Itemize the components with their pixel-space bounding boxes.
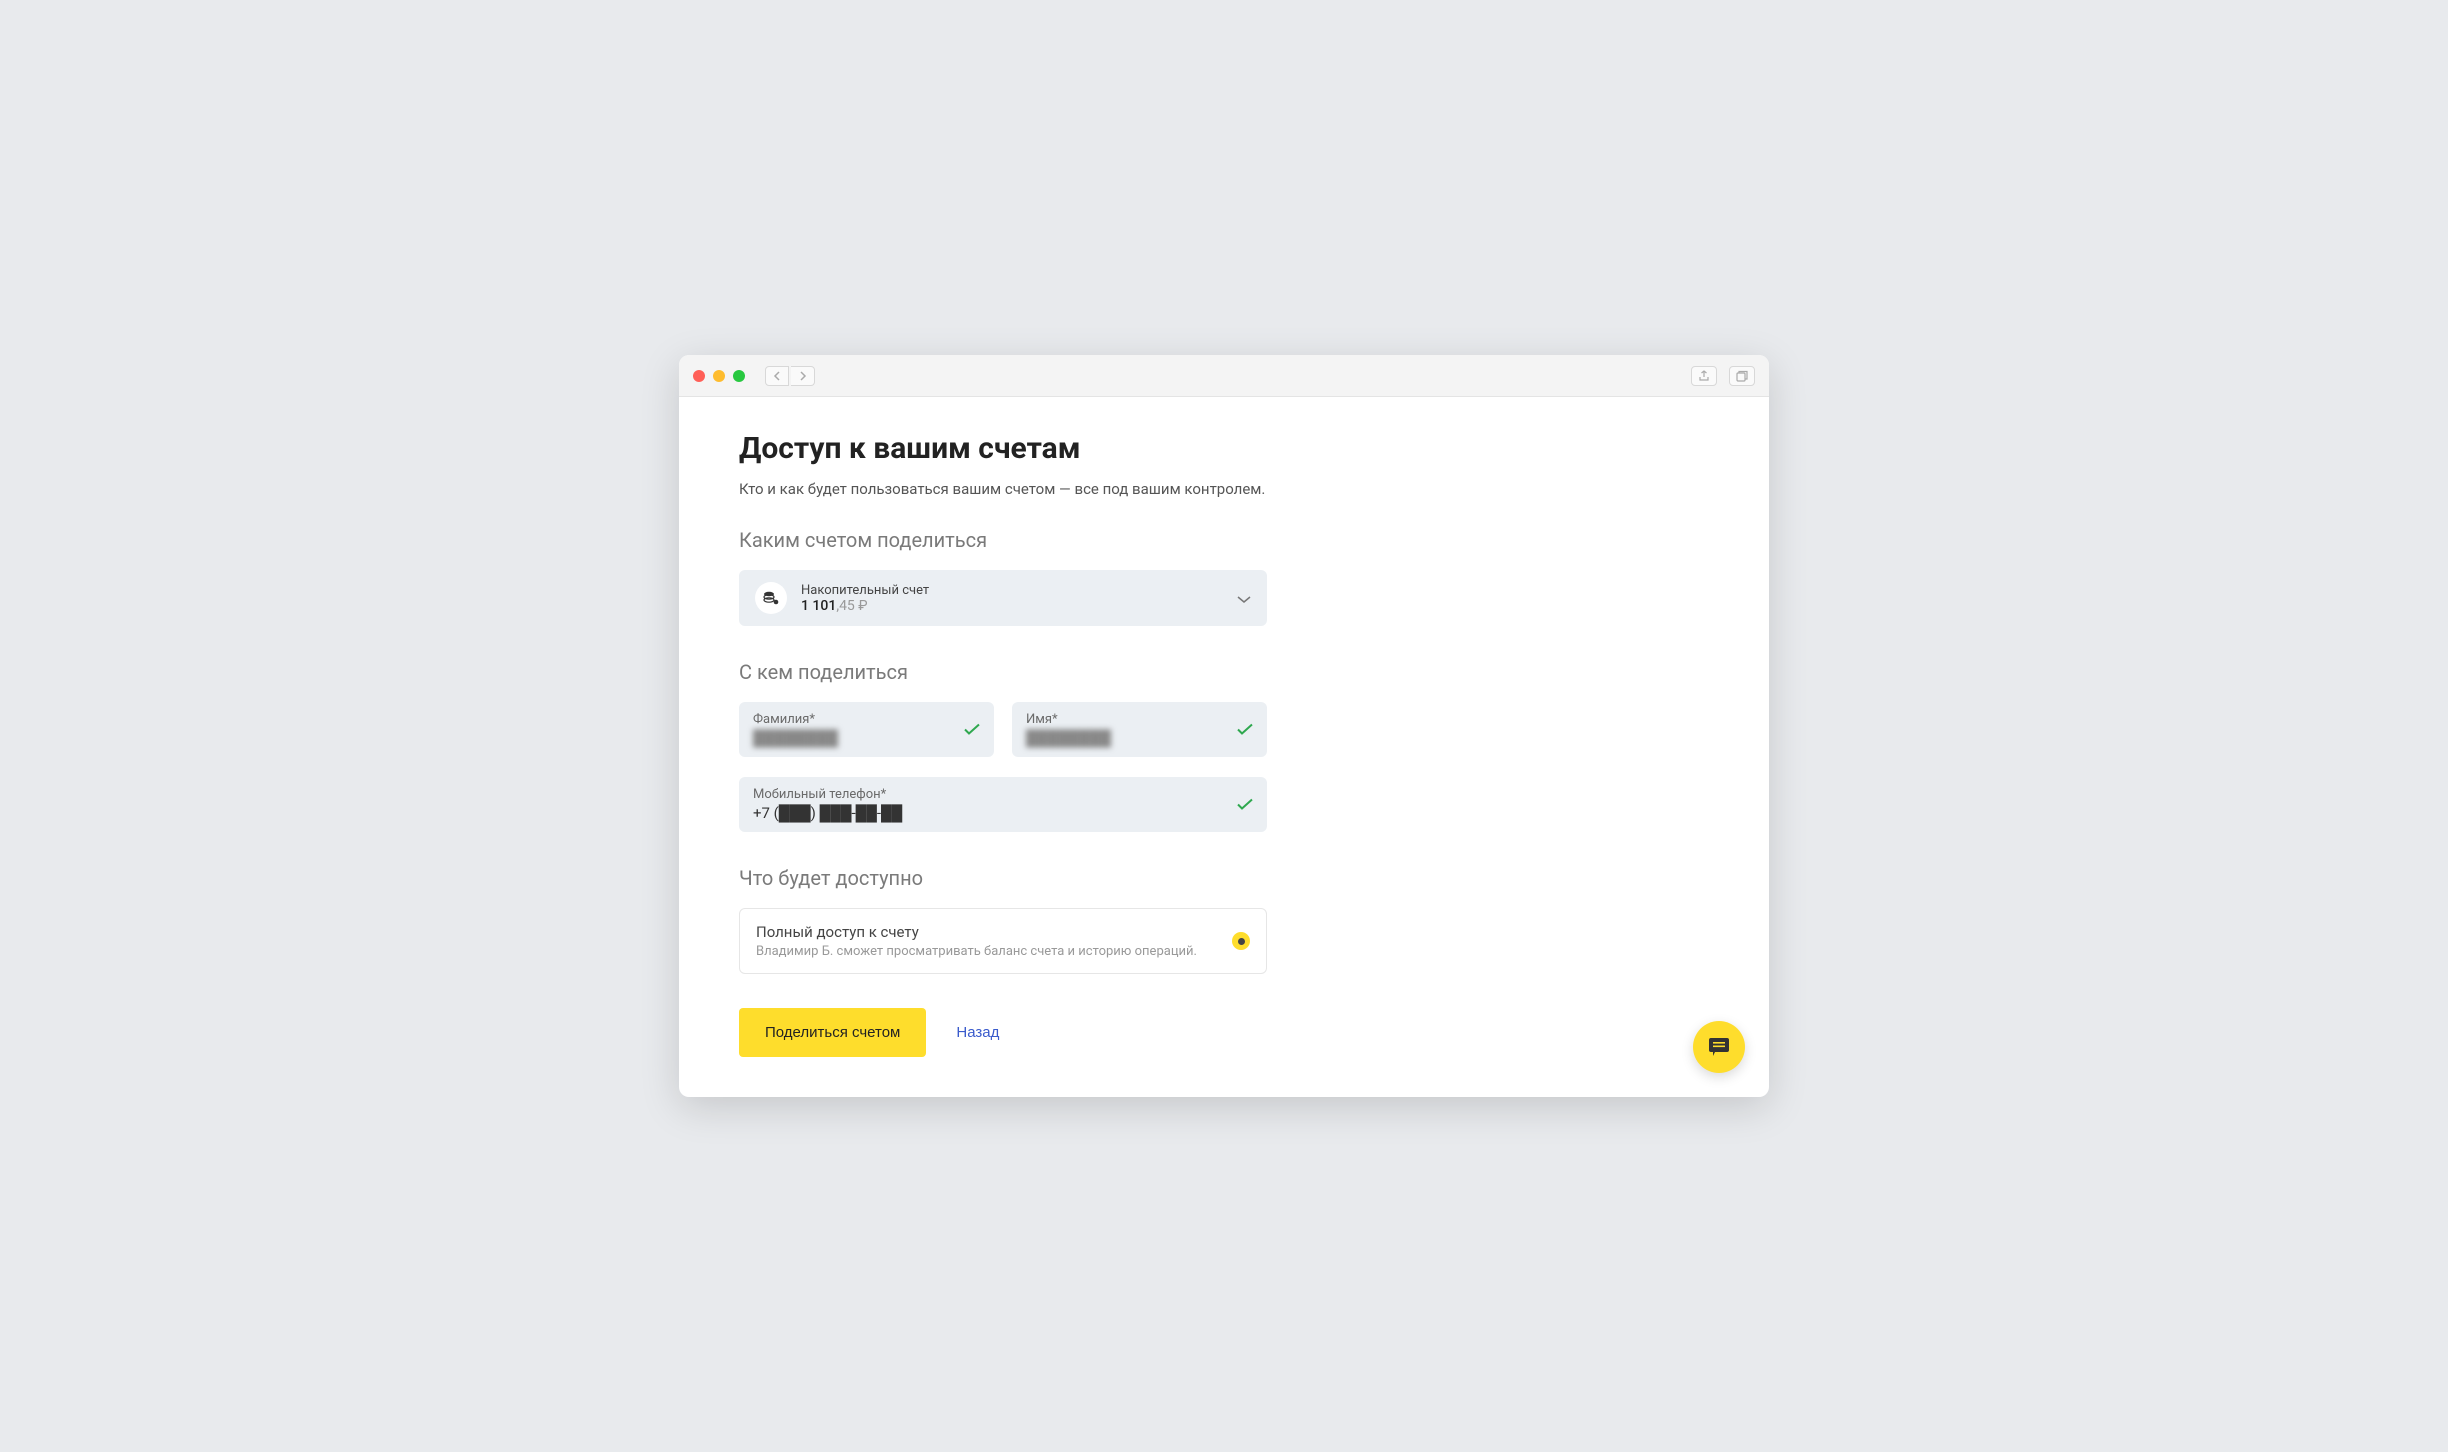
window-close-button[interactable] <box>693 370 705 382</box>
name-value: ████████ <box>1026 729 1253 747</box>
section-heading-permissions: Что будет доступно <box>739 866 1709 890</box>
share-button[interactable] <box>1691 366 1717 386</box>
phone-value: +7 (███) ███-██-██ <box>753 804 1253 822</box>
check-icon <box>964 720 980 739</box>
phone-label: Мобильный телефон* <box>753 787 1253 802</box>
chevron-down-icon <box>1237 589 1251 608</box>
check-icon <box>1237 795 1253 814</box>
account-select[interactable]: Накопительный счет 1 101,45 ₽ <box>739 570 1267 626</box>
window-minimize-button[interactable] <box>713 370 725 382</box>
window-maximize-button[interactable] <box>733 370 745 382</box>
surname-field[interactable]: Фамилия* ████████ <box>739 702 994 757</box>
actions-row: Поделиться счетом Назад <box>739 1008 1709 1057</box>
browser-chrome <box>679 355 1769 397</box>
account-balance: 1 101,45 ₽ <box>801 598 1223 614</box>
check-icon <box>1237 720 1253 739</box>
browser-window: Доступ к вашим счетам Кто и как будет по… <box>679 355 1769 1097</box>
coins-icon <box>762 589 780 607</box>
share-icon <box>1698 370 1710 382</box>
surname-value: ████████ <box>753 729 980 747</box>
phone-field[interactable]: Мобильный телефон* +7 (███) ███-██-██ <box>739 777 1267 832</box>
permission-title: Полный доступ к счету <box>756 923 1250 941</box>
surname-label: Фамилия* <box>753 712 980 727</box>
account-icon <box>755 582 787 614</box>
name-field[interactable]: Имя* ████████ <box>1012 702 1267 757</box>
tabs-button[interactable] <box>1729 366 1755 386</box>
chat-icon <box>1707 1036 1731 1058</box>
nav-arrows <box>765 366 815 386</box>
page-title: Доступ к вашим счетам <box>739 431 1709 466</box>
permission-option[interactable]: Полный доступ к счету Владимир Б. сможет… <box>739 908 1267 974</box>
section-heading-account: Каким счетом поделиться <box>739 528 1709 552</box>
account-text: Накопительный счет 1 101,45 ₽ <box>801 583 1223 614</box>
section-share-with: С кем поделиться Фамилия* ████████ Имя* … <box>739 660 1709 832</box>
section-heading-share-with: С кем поделиться <box>739 660 1709 684</box>
balance-main: 1 101 <box>801 598 836 614</box>
permission-desc: Владимир Б. сможет просматривать баланс … <box>756 944 1250 959</box>
section-permissions: Что будет доступно Полный доступ к счету… <box>739 866 1709 974</box>
chevron-right-icon <box>799 371 807 381</box>
page-subtitle: Кто и как будет пользоваться вашим счето… <box>739 480 1709 498</box>
section-account-share: Каким счетом поделиться Накопительный сч… <box>739 528 1709 626</box>
account-label: Накопительный счет <box>801 583 1223 598</box>
name-label: Имя* <box>1026 712 1253 727</box>
page-content: Доступ к вашим счетам Кто и как будет по… <box>679 397 1769 1097</box>
back-button[interactable]: Назад <box>956 1024 999 1041</box>
nav-back-button[interactable] <box>765 366 789 386</box>
chevron-left-icon <box>773 371 781 381</box>
traffic-lights <box>693 370 745 382</box>
tabs-icon <box>1736 370 1748 382</box>
share-account-button[interactable]: Поделиться счетом <box>739 1008 926 1057</box>
chat-fab[interactable] <box>1693 1021 1745 1073</box>
nav-forward-button[interactable] <box>791 366 815 386</box>
balance-cents: ,45 ₽ <box>836 598 867 614</box>
radio-selected-icon <box>1232 932 1250 950</box>
chrome-right-controls <box>1691 366 1755 386</box>
